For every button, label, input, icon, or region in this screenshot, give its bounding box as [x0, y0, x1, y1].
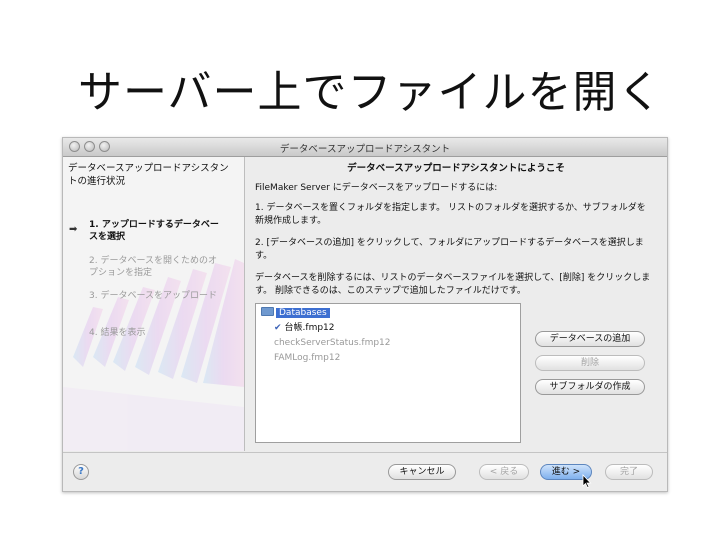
- footer-bar: ? キャンセル < 戻る 進む > 完了: [63, 452, 667, 491]
- file-item-label: 台帳.fmp12: [284, 323, 335, 333]
- step-view-results: 4. 結果を表示: [89, 328, 146, 338]
- folder-icon: [261, 307, 274, 316]
- instructions-step-1: 1. データベースを置くフォルダを指定します。 リストのフォルダを選択するか、サ…: [255, 203, 646, 226]
- assistant-window: データベースアップロードアシスタント データベースアップロードアシスタントの進行…: [62, 137, 668, 492]
- mouse-pointer-icon: [582, 474, 592, 488]
- step-upload-database: 3. データベースをアップロード: [89, 291, 217, 301]
- main-panel: データベースアップロードアシスタントにようこそ FileMaker Server…: [245, 157, 667, 451]
- folder-databases[interactable]: Databases: [261, 307, 330, 319]
- step-open-options: 2. データベースを開くためのオプションを指定: [89, 256, 217, 278]
- back-button[interactable]: < 戻る: [479, 464, 529, 480]
- current-step-arrow-icon: ➡: [69, 224, 78, 235]
- instructions-delete: データベースを削除するには、リストのデータベースファイルを選択して、[削除] を…: [255, 273, 651, 296]
- slide-title: サーバー上でファイルを開く: [78, 67, 663, 118]
- cancel-button[interactable]: キャンセル: [388, 464, 456, 480]
- file-item[interactable]: FAMLog.fmp12: [274, 352, 340, 364]
- file-item[interactable]: ✔ 台帳.fmp12: [274, 322, 335, 334]
- sidebar-title: データベースアップロードアシスタントの進行状況: [68, 163, 229, 187]
- folder-databases-label: Databases: [276, 308, 330, 318]
- file-item-label: checkServerStatus.fmp12: [274, 338, 391, 348]
- window-title: データベースアップロードアシスタント: [279, 144, 451, 155]
- finish-button[interactable]: 完了: [605, 464, 653, 480]
- file-item-label: FAMLog.fmp12: [274, 353, 341, 363]
- instructions-step-2: 2. [データベースの追加] をクリックして、フォルダにアップロードするデータベ…: [255, 238, 644, 261]
- add-database-button[interactable]: データベースの追加: [535, 331, 645, 347]
- file-item[interactable]: checkServerStatus.fmp12: [274, 337, 391, 349]
- create-subfolder-button[interactable]: サブフォルダの作成: [535, 379, 645, 395]
- welcome-heading: データベースアップロードアシスタントにようこそ: [347, 163, 565, 174]
- instructions-intro: FileMaker Server にデータベースをアップロードするには:: [255, 183, 498, 193]
- window-titlebar[interactable]: データベースアップロードアシスタント: [63, 138, 667, 157]
- progress-sidebar: データベースアップロードアシスタントの進行状況 ➡ 1. アップロードするデータ…: [63, 157, 245, 451]
- delete-button[interactable]: 削除: [535, 355, 645, 371]
- decorative-folders-graphic: [63, 259, 244, 451]
- database-file-list[interactable]: Databases ✔ 台帳.fmp12 checkServerStatus.fm…: [255, 303, 521, 443]
- checkmark-icon: ✔: [274, 323, 282, 333]
- help-icon[interactable]: ?: [73, 464, 89, 480]
- step-select-database: 1. アップロードするデータベースを選択: [89, 220, 219, 242]
